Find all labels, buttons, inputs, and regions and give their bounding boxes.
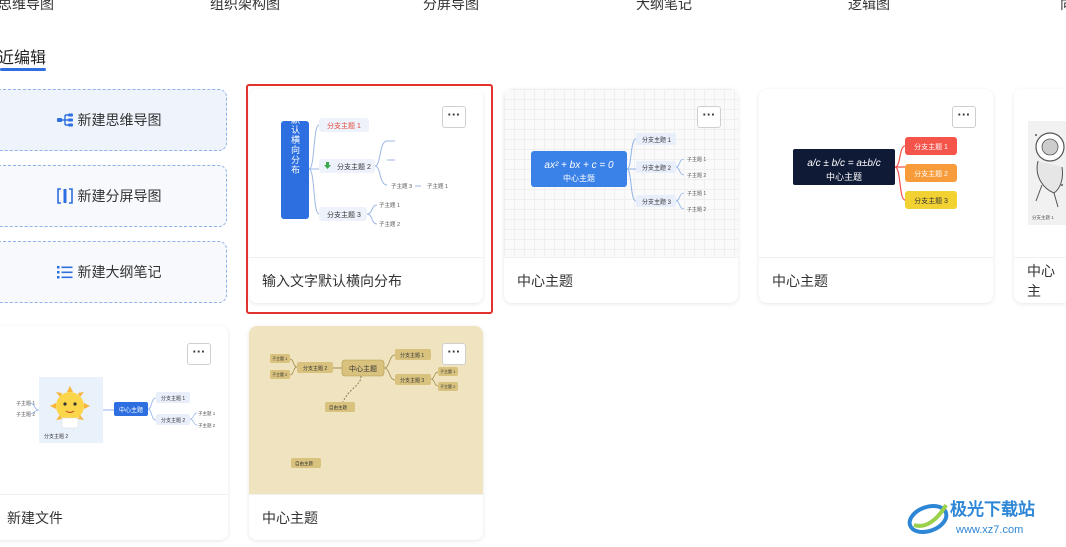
new-outline-button[interactable]: 新建大纲笔记 <box>0 241 227 303</box>
thumb-sub-text: 子主题 2 <box>687 206 706 213</box>
thumb-free-text: 自由主题 <box>295 460 313 467</box>
thumb-sub-text: 子主题 1 <box>198 410 216 417</box>
thumb-branch-text: 分支主题 1 <box>642 136 672 144</box>
file-card[interactable]: 输入文字默认横向分布 分支主题 1 分支主题 2 子主题 3 子主题 1 分支主… <box>249 89 483 303</box>
thumb-sub-text: 子主题 1 <box>687 190 706 197</box>
more-options-button[interactable]: ··· <box>952 106 976 128</box>
section-underline <box>0 68 46 71</box>
category-logic-chart[interactable]: 逻辑图 <box>848 0 890 14</box>
watermark-logo-icon <box>907 503 949 535</box>
new-outline-label: 新建大纲笔记 <box>77 264 162 280</box>
watermark-url: www.xz7.com <box>955 524 1023 536</box>
watermark-brand: 极光下载站 <box>950 499 1035 519</box>
section-title: 近编辑 <box>0 50 47 67</box>
file-name: 中心主题 <box>249 494 483 540</box>
card-thumbnail: 分支主题 1 <box>1014 89 1066 257</box>
thumb-branch-text: 分支主题 3 <box>327 210 361 219</box>
thumb-branch-text: 分支主题 3 <box>914 196 948 205</box>
category-bar: 思维导图 组织架构图 分屏导图 大纲笔记 逻辑图 向 <box>0 0 1066 16</box>
thumb-root-text: 中心主题 <box>563 173 595 183</box>
thumb-sub-text: 子主题 2 <box>198 422 216 429</box>
file-card[interactable]: ax² + bx + c = 0 中心主题 分支主题 1 分支主题 2 分支主题… <box>504 89 738 303</box>
file-card[interactable]: a/c ± b/c = a±b/c 中心主题 分支主题 1 分支主题 2 分支主… <box>759 89 993 303</box>
more-options-button[interactable]: ··· <box>442 343 466 365</box>
outline-list-icon <box>56 264 74 280</box>
file-card[interactable]: 中心主题 分支主题 2 子主题 1 子主题 2 分支主题 1 分支主题 3 子主… <box>249 326 483 540</box>
thumb-branch-text: 分支主题 2 <box>161 417 185 424</box>
thumb-sub-text: 子主题 1 <box>687 156 706 163</box>
thumb-root-text: 中心主题 <box>826 171 862 182</box>
thumb-caption-text: 分支主题 1 <box>1032 214 1054 221</box>
category-outline[interactable]: 大纲笔记 <box>636 0 692 14</box>
thumb-branch-text: 分支主题 3 <box>642 198 672 206</box>
thumb-branch-text: 分支主题 3 <box>400 377 424 384</box>
thumb-branch-text: 分支主题 2 <box>642 164 672 172</box>
thumb-sub-text: 子主题 1 <box>272 355 288 361</box>
new-mindmap-button[interactable]: 新建思维导图 <box>0 89 227 151</box>
thumb-root-text: 输入文字默认横向分布 <box>290 89 300 175</box>
split-screen-icon <box>56 188 74 204</box>
thumb-caption-text: 分支主题 2 <box>44 433 68 440</box>
thumb-formula-text: a/c ± b/c = a±b/c <box>807 158 881 169</box>
file-name: 中心主题 <box>759 257 993 303</box>
file-name: 中心主 <box>1014 257 1066 303</box>
thumb-branch-text: 分支主题 2 <box>337 162 371 171</box>
file-name: 中心主题 <box>504 257 738 303</box>
thumb-root-text: 中心主题 <box>119 406 143 414</box>
thumb-sub-text: 子主题 2 <box>687 172 706 179</box>
more-options-button[interactable]: ··· <box>697 106 721 128</box>
thumb-sub-text: 子主题 1 <box>379 201 400 209</box>
thumb-branch-text: 分支主题 1 <box>400 352 424 359</box>
thumb-sub-text: 子主题 1 <box>427 182 448 190</box>
category-split-screen[interactable]: 分屏导图 <box>423 0 479 14</box>
category-org-chart[interactable]: 组织架构图 <box>210 0 280 14</box>
mindmap-icon <box>56 112 74 128</box>
category-next[interactable]: 向 <box>1060 0 1066 14</box>
thumb-sub-text: 子主题 2 <box>379 220 400 228</box>
thumb-branch-text: 分支主题 2 <box>914 169 948 178</box>
file-name: 输入文字默认横向分布 <box>249 257 483 303</box>
new-split-screen-button[interactable]: 新建分屏导图 <box>0 165 227 227</box>
new-split-screen-label: 新建分屏导图 <box>77 188 162 204</box>
thumb-branch-text: 分支主题 1 <box>161 395 185 402</box>
more-options-button[interactable]: ··· <box>187 343 211 365</box>
thumb-sub-text: 子主题 2 <box>272 371 288 377</box>
watermark: 极光下载站 www.xz7.com <box>904 493 1064 541</box>
thumb-sub-text: 子主题 2 <box>16 411 35 418</box>
new-mindmap-label: 新建思维导图 <box>77 112 162 128</box>
file-card[interactable]: 分支主题 2 子主题 1 子主题 2 中心主题 分支主题 1 分支主题 2 子主… <box>0 326 228 540</box>
thumb-branch-text: 分支主题 2 <box>303 365 327 372</box>
thumb-root-text: 中心主题 <box>349 364 377 373</box>
file-card[interactable]: 分支主题 1 中心主 <box>1014 89 1066 303</box>
thumb-branch-text: 分支主题 1 <box>327 121 361 130</box>
thumb-branch-text: 分支主题 1 <box>914 142 948 151</box>
thumb-sub-text: 子主题 3 <box>391 182 412 190</box>
more-options-button[interactable]: ··· <box>442 106 466 128</box>
thumb-formula-text: ax² + bx + c = 0 <box>544 160 614 171</box>
thumb-sub-text: 子主题 1 <box>440 368 456 374</box>
thumb-free-text: 自由主题 <box>329 404 347 411</box>
file-name: 新建文件 <box>0 494 228 540</box>
thumb-sub-text: 子主题 2 <box>440 383 456 389</box>
category-mindmap[interactable]: 思维导图 <box>0 0 54 14</box>
